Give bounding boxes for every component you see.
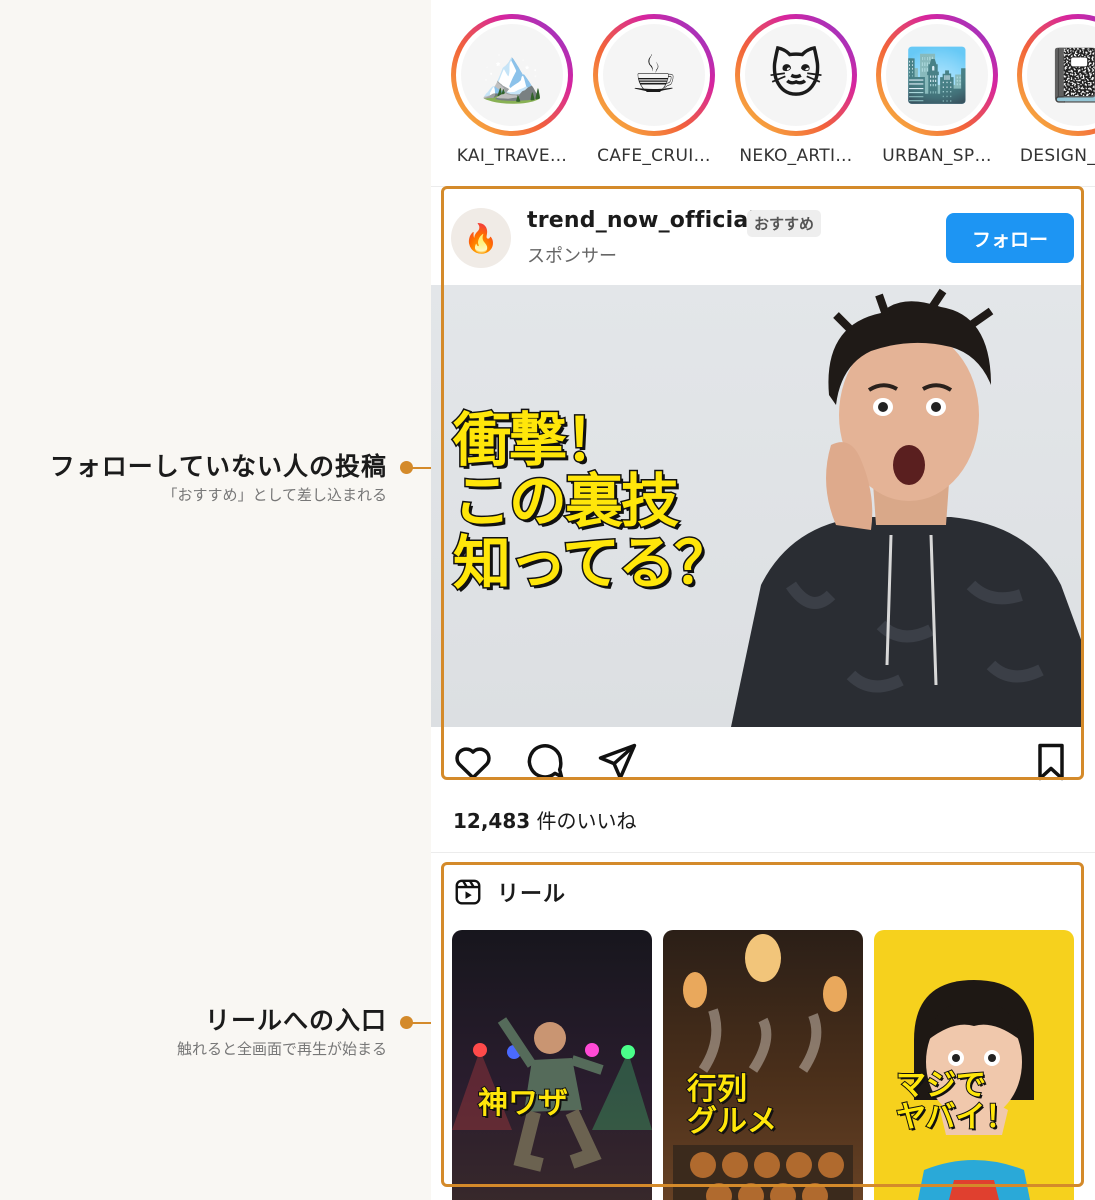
divider	[431, 186, 1095, 187]
sponsored-label: スポンサー	[527, 246, 617, 267]
annotation-subtitle: 「おすすめ」として差し込まれる	[162, 486, 387, 504]
reels-title: リール	[497, 882, 567, 907]
dancer-photo	[452, 1017, 652, 1172]
likes-suffix: 件のいいね	[530, 809, 637, 833]
annotation-title: フォローしていない人の投稿	[49, 452, 387, 481]
story-username: DESIGN_	[1019, 146, 1095, 166]
story-ring: 🐱	[735, 14, 857, 136]
post-header: 🔥 trend_now_official おすすめ スポンサー フォロー	[431, 188, 1095, 284]
reel-caption: 神ワザ	[477, 1086, 569, 1121]
stories-tray[interactable]: 🏔️ KAI_TRAVE… ☕ CAFE_CRUI… 🐱 NEKO_ARTI… …	[431, 0, 1095, 186]
reel-caption-line: マジで	[895, 1068, 987, 1103]
overlay-line: この裏技	[451, 467, 680, 536]
surprised-woman-photo	[914, 980, 1034, 1200]
heart-icon[interactable]	[451, 740, 495, 784]
mountain-icon: 🏔️	[461, 24, 563, 126]
reels-header[interactable]: リール	[453, 872, 566, 912]
feed-panel: 🏔️ KAI_TRAVE… ☕ CAFE_CRUI… 🐱 NEKO_ARTI… …	[431, 0, 1095, 1200]
notebook-icon: 📓	[1027, 24, 1095, 126]
reel-caption-line: 行列	[686, 1072, 748, 1107]
annotation-recommended-post: フォローしていない人の投稿 「おすすめ」として差し込まれる	[50, 452, 387, 505]
story-item[interactable]: 🐱 NEKO_ARTI…	[731, 14, 861, 166]
story-item[interactable]: 🏔️ KAI_TRAVE…	[447, 14, 577, 166]
post-image[interactable]: 衝撃！ この裏技 知ってる？	[431, 285, 1083, 727]
reel-caption: 行列 グルメ	[686, 1072, 778, 1140]
likes-number: 12,483	[453, 809, 531, 833]
story-ring: 🏔️	[451, 14, 573, 136]
reel-thumbnail[interactable]: マジで ヤバイ！	[874, 930, 1074, 1200]
story-username: NEKO_ARTI…	[739, 146, 853, 166]
story-username: KAI_TRAVE…	[456, 146, 568, 166]
fire-icon[interactable]: 🔥	[451, 208, 511, 268]
annotation-title: リールへの入口	[204, 1006, 387, 1035]
street-food-photo	[673, 934, 853, 1200]
overlay-headline: 衝撃！ この裏技 知ってる？	[451, 406, 733, 597]
story-ring: 📓	[1017, 14, 1095, 136]
post-username[interactable]: trend_now_official	[527, 208, 756, 233]
annotation-subtitle: 触れると全画面で再生が始まる	[176, 1040, 387, 1058]
cat-face-icon: 🐱	[745, 24, 847, 126]
story-item[interactable]: 📓 DESIGN_	[1013, 14, 1095, 166]
follow-button[interactable]: フォロー	[946, 213, 1074, 263]
story-ring: 🏙️	[876, 14, 998, 136]
annotation-reels-entry: リールへの入口 触れると全画面で再生が始まる	[177, 1006, 387, 1059]
bookmark-icon[interactable]	[1029, 740, 1073, 784]
share-icon[interactable]	[595, 740, 639, 784]
recommended-badge: おすすめ	[747, 210, 822, 237]
cityscape-icon: 🏙️	[886, 24, 988, 126]
coffee-icon: ☕	[603, 24, 705, 126]
story-item[interactable]: ☕ CAFE_CRUI…	[589, 14, 719, 166]
likes-count[interactable]: 12,483 件のいいね	[453, 805, 637, 834]
reels-icon	[455, 879, 481, 905]
reel-caption: マジで ヤバイ！	[895, 1068, 1016, 1136]
story-item[interactable]: 🏙️ URBAN_SP…	[872, 14, 1002, 166]
overlay-line: 衝撃！	[451, 406, 624, 474]
reel-caption-line: グルメ	[686, 1104, 778, 1140]
post-actions	[431, 740, 1095, 790]
story-ring: ☕	[593, 14, 715, 136]
reel-thumbnail[interactable]: 行列 グルメ	[663, 930, 863, 1200]
comment-icon[interactable]	[523, 740, 567, 784]
story-username: URBAN_SP…	[882, 146, 992, 166]
divider	[431, 852, 1095, 853]
story-username: CAFE_CRUI…	[597, 146, 711, 166]
reel-caption-line: ヤバイ！	[895, 1100, 1016, 1136]
reel-thumbnail[interactable]: 神ワザ	[452, 930, 652, 1200]
overlay-line: 知ってる？	[451, 528, 733, 597]
